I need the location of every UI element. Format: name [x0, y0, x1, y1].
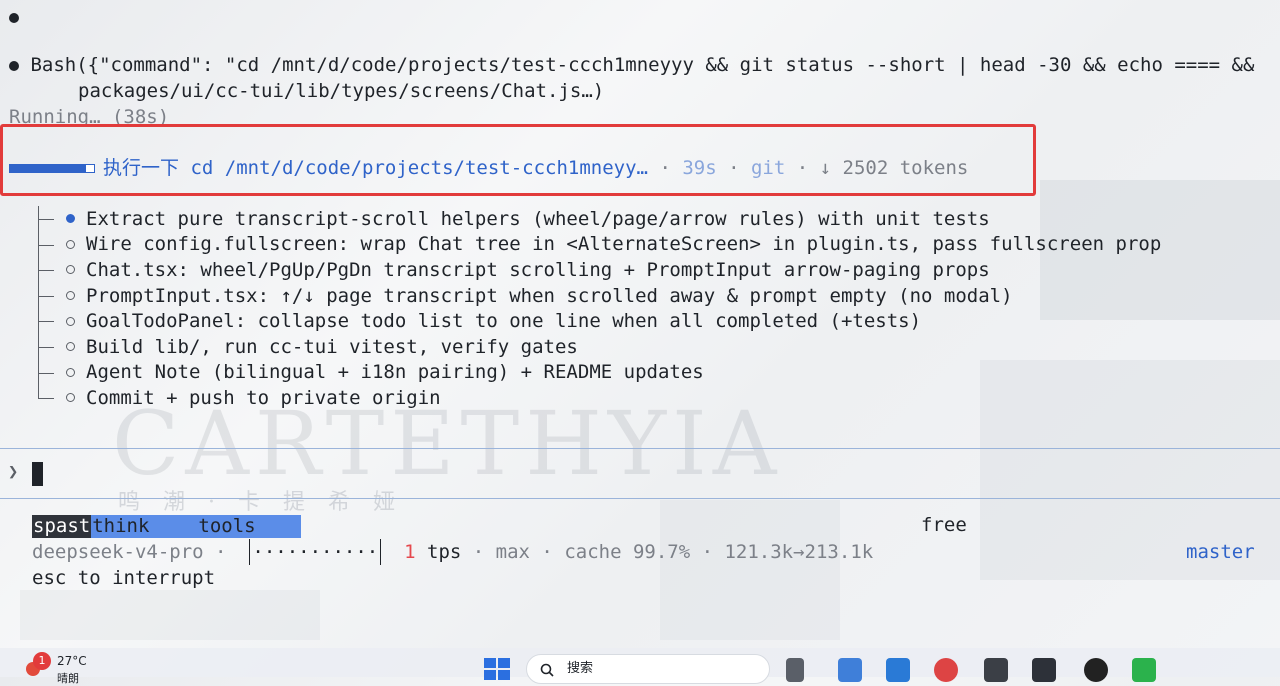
todo-pending-icon — [66, 316, 75, 326]
taskbar-search[interactable]: 搜索 — [526, 654, 770, 684]
cat-app-icon[interactable] — [984, 658, 1008, 682]
task-tokens: ↓ 2502 tokens — [819, 157, 969, 179]
vscode-icon[interactable] — [886, 658, 910, 682]
todo-pending-icon — [66, 367, 75, 377]
plan-label: free — [921, 514, 967, 536]
bash-command: Bash({"command": "cd /mnt/d/code/project… — [30, 54, 1266, 76]
todo-item: Commit + push to private origin — [36, 385, 1161, 411]
todo-item: Wire config.fullscreen: wrap Chat tree i… — [36, 231, 1161, 258]
wechat-icon[interactable] — [1132, 658, 1156, 682]
tps-value: 1 — [404, 541, 416, 563]
todo-item: GoalTodoPanel: collapse todo list to one… — [36, 308, 1161, 334]
task-tool: git — [750, 157, 786, 179]
git-branch: master — [1186, 541, 1255, 563]
mode-think[interactable]: think — [91, 515, 151, 538]
todo-pending-icon — [66, 342, 75, 352]
bullet-icon — [9, 60, 19, 71]
weather-condition: 晴朗 — [57, 672, 79, 685]
bash-call-line: Bash({"command": "cd /mnt/d/code/project… — [9, 52, 1266, 78]
notification-badge: 1 — [33, 652, 51, 670]
cache-label: cache — [564, 541, 622, 563]
interrupt-hint: esc to interrupt — [32, 567, 216, 589]
bash-call-continuation: packages/ui/cc-tui/lib/types/screens/Cha… — [78, 80, 605, 102]
terminal-icon[interactable] — [1032, 658, 1056, 682]
prompt-input[interactable] — [32, 462, 43, 486]
todo-pending-icon — [66, 393, 75, 403]
todo-item: Agent Note (bilingual + i18n pairing) + … — [36, 359, 1161, 386]
todo-item: Extract pure transcript-scroll helpers (… — [36, 206, 1161, 232]
todo-active-icon — [66, 214, 75, 224]
mode-tools[interactable]: tools — [150, 515, 302, 538]
qq-icon[interactable] — [1084, 658, 1108, 682]
search-icon — [540, 663, 554, 677]
status-line: deepseek-v4-pro · ··········· 1 tps · ma… — [32, 539, 874, 565]
prompt-divider-top — [0, 448, 1280, 449]
cache-value: 99.7% — [621, 541, 691, 563]
prompt-caret-icon: ❯ — [8, 462, 19, 482]
mode-bar: spast think tools — [32, 515, 302, 538]
throughput-sparkline: ··········· — [249, 539, 382, 565]
task-view-icon[interactable] — [786, 658, 804, 682]
task-title: 执行一下 cd /mnt/d/code/projects/test-ccch1m… — [103, 157, 648, 179]
todo-item: PromptInput.tsx: ↑/↓ page transcript whe… — [36, 282, 1161, 309]
mode-spast[interactable]: spast — [32, 515, 92, 538]
task-elapsed: 39s — [682, 157, 717, 179]
todo-pending-icon — [66, 239, 75, 249]
bullet-dot — [9, 4, 19, 30]
todo-list: Extract pure transcript-scroll helpers (… — [36, 206, 1161, 411]
chrome-icon[interactable] — [934, 658, 958, 682]
effort-level: max — [495, 541, 530, 563]
todo-item: Chat.tsx: wheel/PgUp/PgDn transcript scr… — [36, 257, 1161, 283]
network-app-icon[interactable] — [838, 658, 862, 682]
weather-temperature[interactable]: 27°C — [57, 654, 87, 668]
active-task-line: 执行一下 cd /mnt/d/code/projects/test-ccch1m… — [9, 155, 968, 181]
todo-item: Build lib/, run cc-tui vitest, verify ga… — [36, 333, 1161, 360]
prompt-divider-bottom — [0, 498, 1280, 499]
model-name: deepseek-v4-pro — [32, 541, 204, 563]
windows-taskbar: 1 27°C 晴朗 搜索 — [0, 648, 1280, 685]
context-usage: 121.3k→213.1k — [724, 541, 874, 563]
todo-pending-icon — [66, 265, 75, 275]
todo-pending-icon — [66, 291, 75, 301]
task-progress-bar — [9, 164, 95, 173]
wallpaper-subtitle: 鸣 潮 · 卡 提 希 娅 — [118, 490, 403, 515]
